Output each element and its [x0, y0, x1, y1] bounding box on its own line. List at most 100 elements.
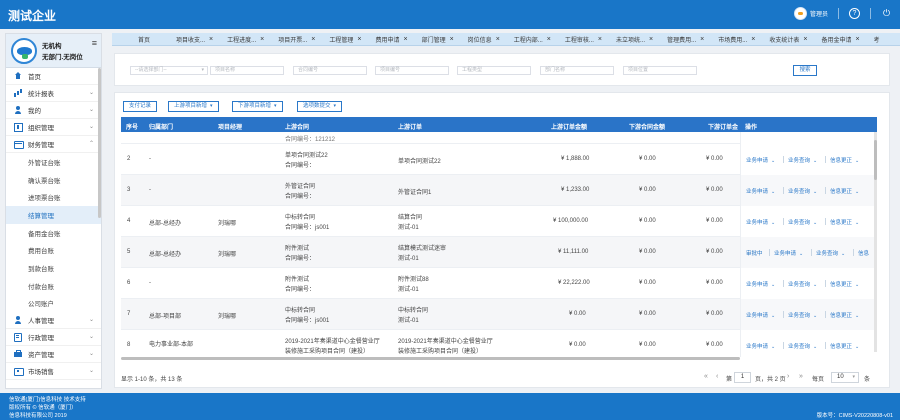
close-icon[interactable]: ×: [598, 36, 602, 43]
close-icon[interactable]: ×: [649, 36, 653, 43]
tab-item[interactable]: 项目开票... ×: [270, 33, 321, 45]
sidebar-sub-item[interactable]: 公司账户: [6, 295, 101, 313]
tab-item[interactable]: 工程内部... ×: [506, 33, 557, 45]
tab-item[interactable]: 未立项统... ×: [608, 33, 659, 45]
table-row[interactable]: 4 总部-总经办 刘瑞哪 中标转合同 合同编号：js001 结算合同 测试-01…: [121, 206, 877, 237]
close-icon[interactable]: ×: [311, 36, 315, 43]
contract-no-input[interactable]: 合同编号: [293, 66, 367, 75]
project-location-input[interactable]: 项目位置: [623, 66, 697, 75]
tab-item[interactable]: 费用申请 ×: [367, 33, 413, 45]
tab-item[interactable]: 工程审核... ×: [557, 33, 608, 45]
biz-query-link[interactable]: 业务查询 ⌄: [816, 249, 845, 257]
table-row[interactable]: 3 - 外管证合同 合同编号： 外管证合同1 ¥ 1,233.00 ¥ 0.00…: [121, 175, 877, 206]
info-link[interactable]: 信息: [858, 249, 869, 257]
first-page-icon[interactable]: «: [704, 373, 708, 380]
help-icon[interactable]: ?: [849, 8, 860, 19]
sidebar-sub-item[interactable]: 外管证台账: [6, 153, 101, 171]
menu-toggle-icon[interactable]: ≡: [92, 39, 97, 48]
tab-home[interactable]: 首页: [112, 33, 168, 45]
info-correct-link[interactable]: 信息更正 ⌄: [830, 218, 859, 226]
biz-apply-link[interactable]: 业务申请 ⌄: [746, 156, 775, 164]
biz-query-link[interactable]: 业务查询 ⌄: [788, 218, 817, 226]
sidebar-item-home[interactable]: 首页: [6, 68, 101, 85]
close-icon[interactable]: ×: [751, 36, 755, 43]
close-icon[interactable]: ×: [855, 36, 859, 43]
close-icon[interactable]: ×: [496, 36, 500, 43]
prev-page-icon[interactable]: ‹: [716, 373, 718, 380]
info-correct-link[interactable]: 信息更正 ⌄: [830, 342, 859, 350]
biz-apply-link[interactable]: 业务申请 ⌄: [746, 311, 775, 319]
biz-apply-link[interactable]: 业务申请 ⌄: [774, 249, 803, 257]
table-row[interactable]: 2 - 单项合同测试22 合同编号： 单项合同测试22 ¥ 1,888.00 ¥…: [121, 144, 877, 175]
tab-item[interactable]: 收支统计表 ×: [761, 33, 813, 45]
sidebar-sub-item[interactable]: 费用台账: [6, 241, 101, 259]
biz-query-link[interactable]: 业务查询 ⌄: [788, 311, 817, 319]
user-menu[interactable]: 管理员: [793, 7, 828, 20]
sidebar-item-admin[interactable]: 行政管理 ⌄: [6, 329, 101, 347]
project-name-input[interactable]: 项目名称: [210, 66, 284, 75]
tab-item[interactable]: 工程进度... ×: [219, 33, 270, 45]
project-no-input[interactable]: 项目编号: [375, 66, 449, 75]
close-icon[interactable]: ×: [450, 36, 454, 43]
info-correct-link[interactable]: 信息更正 ⌄: [830, 187, 859, 195]
tab-item[interactable]: 管理费用... ×: [659, 33, 710, 45]
submit-button[interactable]: 选项数提交 ▾: [297, 101, 343, 112]
sidebar-item-reports[interactable]: 统计报表 ⌄: [6, 85, 101, 102]
sidebar-item-market[interactable]: 市场销售 ⌄: [6, 363, 101, 381]
sidebar-sub-item[interactable]: 进项票台账: [6, 188, 101, 206]
logout-icon[interactable]: ⏻: [881, 8, 892, 19]
page-number-input[interactable]: 1: [734, 372, 751, 383]
close-icon[interactable]: ×: [357, 36, 361, 43]
upstream-add-button[interactable]: 上游项目新增 ▾: [168, 101, 219, 112]
tab-item[interactable]: 市场费用... ×: [710, 33, 761, 45]
info-correct-link[interactable]: 信息更正 ⌄: [830, 311, 859, 319]
close-icon[interactable]: ×: [700, 36, 704, 43]
sidebar-scrollbar[interactable]: [98, 68, 101, 218]
biz-query-link[interactable]: 业务查询 ⌄: [788, 342, 817, 350]
per-page-select[interactable]: 10: [831, 372, 859, 383]
sidebar-item-personnel[interactable]: 人事管理 ⌄: [6, 312, 101, 330]
dept-select[interactable]: --请选择部门--: [130, 66, 208, 75]
info-correct-link[interactable]: 信息更正 ⌄: [830, 156, 859, 164]
dept-name-input[interactable]: 部门名称: [540, 66, 614, 75]
last-page-icon[interactable]: »: [799, 373, 803, 380]
biz-query-link[interactable]: 业务查询 ⌄: [788, 156, 817, 164]
sidebar-item-org[interactable]: 组织管理 ⌄: [6, 119, 101, 136]
table-row[interactable]: 6 - 附件测试 合同编号： 附件测试88 测试-01 ¥ 22,222.00 …: [121, 268, 877, 299]
tab-item[interactable]: 部门管理 ×: [414, 33, 460, 45]
project-type-input[interactable]: 工程类型: [457, 66, 531, 75]
biz-query-link[interactable]: 业务查询 ⌄: [788, 187, 817, 195]
close-icon[interactable]: ×: [803, 36, 807, 43]
sidebar-sub-item[interactable]: 备用金台账: [6, 224, 101, 242]
tab-item[interactable]: 岗位信息 ×: [460, 33, 506, 45]
close-icon[interactable]: ×: [403, 36, 407, 43]
tab-item[interactable]: 工程管理 ×: [321, 33, 367, 45]
biz-apply-link[interactable]: 业务申请 ⌄: [746, 187, 775, 195]
pay-record-button[interactable]: 支付记录: [123, 101, 158, 112]
info-correct-link[interactable]: 信息更正 ⌄: [830, 280, 859, 288]
table-row[interactable]: 7 总部-项目部 刘瑞哪 中标转合同 合同编号：js001 中标转合同 测试-0…: [121, 299, 877, 330]
table-row[interactable]: 5 总部-总经办 刘瑞哪 附件测试 合同编号： 结算模式测试迷审 测试-01 ¥…: [121, 237, 877, 268]
close-icon[interactable]: ×: [209, 36, 213, 43]
biz-apply-link[interactable]: 业务申请 ⌄: [746, 342, 775, 350]
tab-item[interactable]: 项目收支... ×: [168, 33, 219, 45]
next-page-icon[interactable]: ›: [787, 373, 789, 380]
biz-apply-link[interactable]: 业务申请 ⌄: [746, 218, 775, 226]
sidebar-item-finance[interactable]: 财务管理 ⌃: [6, 136, 101, 153]
downstream-add-button[interactable]: 下游项目新增 ▾: [232, 101, 283, 112]
sidebar-item-mine[interactable]: 我的 ⌄: [6, 102, 101, 119]
tab-item[interactable]: 考: [866, 33, 880, 45]
sidebar-sub-item[interactable]: 到款台账: [6, 259, 101, 277]
table-row[interactable]: 8 电力事业部-本部 2019-2021年奏渠道中心金餐营业厅 装修施工采购项目…: [121, 330, 877, 357]
close-icon[interactable]: ×: [260, 36, 264, 43]
close-icon[interactable]: ×: [547, 36, 551, 43]
sidebar-sub-item[interactable]: 确认票台账: [6, 171, 101, 189]
biz-apply-link[interactable]: 业务申请 ⌄: [746, 280, 775, 288]
sidebar-sub-item-active[interactable]: 结算管理: [6, 206, 101, 224]
sidebar-sub-item[interactable]: 付款台账: [6, 277, 101, 295]
table-vertical-scroll-thumb[interactable]: [874, 140, 877, 180]
table-horizontal-scrollbar[interactable]: [121, 357, 740, 360]
search-button[interactable]: 搜索: [793, 65, 817, 76]
tab-item[interactable]: 备用金申请 ×: [813, 33, 865, 45]
sidebar-item-asset[interactable]: 资产管理 ⌄: [6, 346, 101, 364]
